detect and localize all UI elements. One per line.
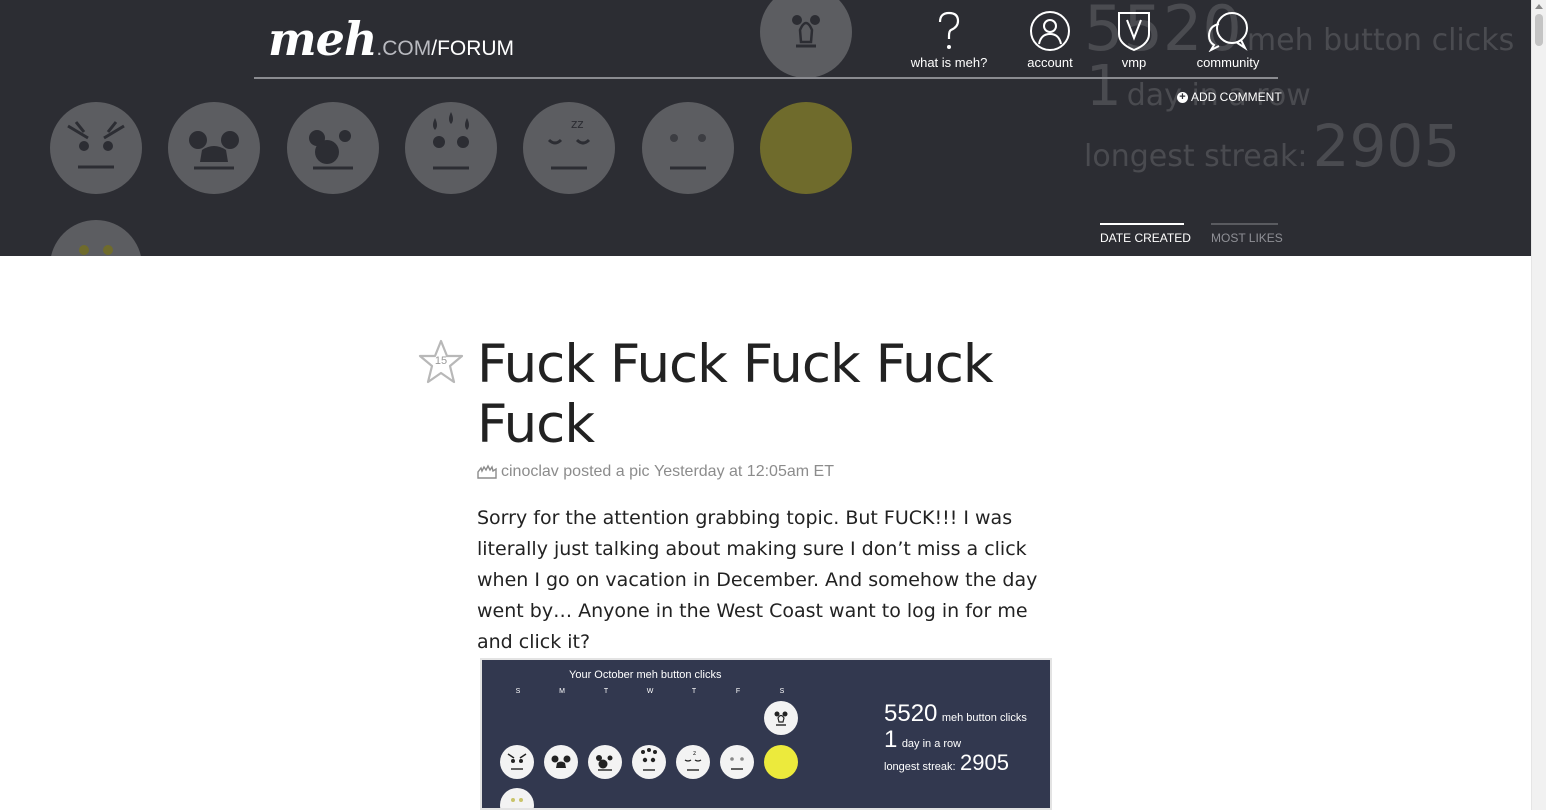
pic-dow: T: [603, 688, 609, 695]
nav-community[interactable]: community: [1192, 10, 1264, 70]
post-time[interactable]: Yesterday at 12:05am ET: [654, 463, 834, 481]
add-comment-button[interactable]: + ADD COMMENT: [1177, 90, 1282, 104]
meh-face-angry: [50, 102, 142, 194]
nav-account-label: account: [1027, 55, 1073, 70]
header-streak-stat: longest streak: 2905: [1084, 112, 1460, 180]
meh-face-today-yellow: [760, 102, 852, 194]
scrollbar-thumb[interactable]: [1535, 14, 1543, 46]
speech-bubbles-icon: [1192, 10, 1264, 53]
post-action: posted a pic: [563, 463, 650, 480]
meh-face-swirl: [287, 102, 379, 194]
pic-face-sleepy: z: [676, 745, 710, 779]
pic-streak-stat: longest streak: 2905: [884, 750, 1009, 776]
tab-most-likes[interactable]: MOST LIKES: [1211, 223, 1283, 245]
header-divider: [254, 77, 1278, 79]
svg-text:zz: zz: [571, 117, 584, 131]
pic-face-bulb: [764, 701, 798, 735]
vmp-shield-icon: [1114, 10, 1154, 52]
pic-face-angry: [500, 745, 534, 779]
logo-com: COM: [382, 37, 432, 60]
nav-community-label: community: [1196, 55, 1260, 70]
post-meta: cinoclav posted a pic Yesterday at 12:05…: [477, 463, 834, 481]
pic-row-label: day in a row: [901, 738, 962, 750]
pic-face-today-yellow: [764, 745, 798, 779]
topic-title: Fuck Fuck Fuck Fuck Fuck: [477, 334, 994, 455]
logo-forum: /FORUM: [431, 37, 515, 60]
nav-what-is-meh[interactable]: what is meh?: [907, 10, 991, 70]
pic-face-blank: [720, 745, 754, 779]
pic-dow: S: [779, 688, 785, 695]
pic-face-swirl: [588, 745, 622, 779]
pic-streak-label: longest streak:: [884, 761, 956, 773]
like-count: 15: [434, 355, 448, 367]
pic-streak-number: 2905: [960, 750, 1009, 775]
question-icon: [907, 10, 991, 52]
pic-face-mouth: [544, 745, 578, 779]
meh-face-sweat: [405, 102, 497, 194]
pic-dow: T: [691, 688, 697, 695]
meh-face-mouth: [168, 102, 260, 194]
site-header: zz 5520 meh button clicks 1 day in a row…: [0, 0, 1531, 256]
add-comment-label: ADD COMMENT: [1191, 90, 1282, 104]
author-avatar-icon: [477, 464, 497, 479]
user-icon: [1020, 10, 1080, 52]
pic-face-partial: [500, 788, 534, 808]
pic-dow: M: [559, 688, 565, 695]
tab-date-created[interactable]: DATE CREATED: [1100, 223, 1191, 245]
pic-dow: F: [735, 688, 741, 695]
header-streak-label: longest streak:: [1084, 139, 1308, 174]
like-star-button[interactable]: 15: [418, 339, 464, 385]
logo-meh: meh: [268, 12, 377, 66]
pic-dow: S: [515, 688, 521, 695]
site-logo[interactable]: meh.COM/FORUM: [268, 12, 514, 66]
post-image[interactable]: Your October meh button clicks S M T W T…: [480, 658, 1052, 810]
header-clicks-label: meh button clicks: [1246, 23, 1515, 58]
nav-account[interactable]: account: [1020, 10, 1080, 70]
scroll-up-icon[interactable]: [1535, 4, 1543, 9]
nav-vmp-label: vmp: [1121, 55, 1147, 70]
pic-clicks-number: 5520: [884, 700, 938, 727]
meh-face-blank: [642, 102, 734, 194]
plus-icon: +: [1177, 91, 1188, 103]
pic-clicks-label: meh button clicks: [941, 712, 1027, 724]
pic-face-sweat: [632, 745, 666, 779]
meh-face-sleepy: zz: [523, 102, 615, 194]
svg-text:z: z: [693, 750, 696, 757]
pic-row-number: 1: [884, 726, 898, 753]
nav-what-is-meh-label: what is meh?: [910, 55, 988, 70]
pic-calendar-title: Your October meh button clicks: [569, 669, 722, 681]
post-body: Sorry for the attention grabbing topic. …: [477, 507, 1038, 653]
pic-clicks-stat: 5520 meh button clicks: [884, 700, 1027, 728]
pic-dow: W: [646, 688, 654, 695]
nav-vmp[interactable]: vmp: [1114, 10, 1154, 70]
meh-face-bulb: [760, 0, 852, 78]
page-scrollbar[interactable]: [1531, 0, 1546, 810]
post-author[interactable]: cinoclav: [501, 463, 559, 481]
header-streak-number: 2905: [1312, 112, 1461, 180]
meh-face-partial: [50, 220, 142, 256]
